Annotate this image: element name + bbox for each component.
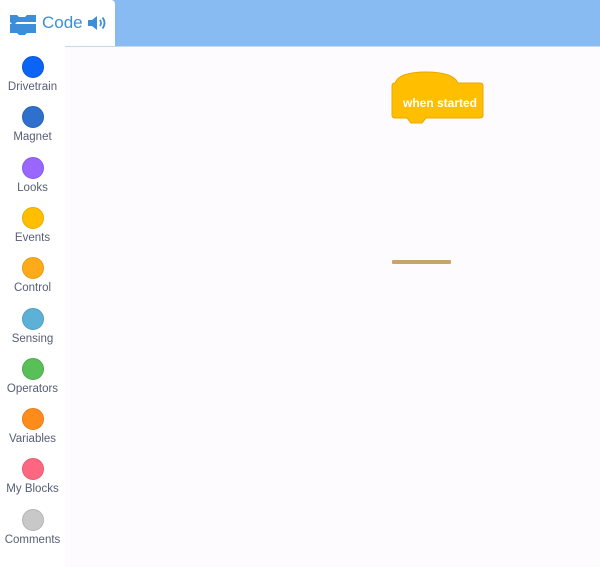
when-started-hat-block[interactable]	[391, 71, 484, 127]
category-label: Events	[14, 231, 51, 244]
category-variables-dot-icon	[21, 408, 44, 431]
category-variables[interactable]: Variables	[0, 408, 65, 458]
category-control[interactable]: Control	[0, 257, 65, 307]
code-blocks-icon	[8, 10, 38, 36]
category-magnet-dot-icon	[21, 106, 44, 129]
category-label: Control	[13, 282, 52, 295]
category-operators[interactable]: Operators	[0, 357, 65, 408]
category-sensing[interactable]: Sensing	[0, 307, 65, 358]
category-label: My Blocks	[6, 483, 59, 496]
category-sensing-dot-icon	[21, 307, 44, 330]
category-operators-dot-icon	[21, 357, 44, 380]
block-drop-indicator	[392, 260, 451, 264]
category-magnet[interactable]: Magnet	[0, 106, 65, 156]
category-control-dot-icon	[21, 257, 44, 280]
category-label: Comments	[4, 533, 61, 546]
category-drivetrain-dot-icon	[21, 56, 44, 78]
category-drivetrain[interactable]: Drivetrain	[0, 56, 65, 106]
block-workspace[interactable]	[65, 47, 600, 567]
category-label: Operators	[6, 382, 59, 395]
category-events-dot-icon	[21, 206, 44, 229]
category-label: Looks	[17, 181, 48, 194]
category-my-blocks[interactable]: My Blocks	[0, 458, 65, 508]
category-label: Variables	[8, 433, 57, 446]
category-events[interactable]: Events	[0, 206, 65, 257]
code-tab-label: Code	[42, 13, 83, 32]
speaker-icon[interactable]	[87, 14, 109, 32]
category-looks-dot-icon	[21, 156, 44, 179]
category-my-blocks-dot-icon	[21, 458, 44, 481]
category-looks[interactable]: Looks	[0, 156, 65, 207]
vexcode-editor: Code Drivetrain Magnet Looks Events Control S…	[0, 0, 600, 567]
category-sidebar: Drivetrain Magnet Looks Events Control Sensin…	[0, 46, 65, 567]
category-comments-dot-icon	[21, 508, 44, 531]
code-tab[interactable]: Code	[0, 0, 115, 46]
category-comments[interactable]: Comments	[0, 508, 65, 559]
category-label: Sensing	[11, 332, 54, 345]
category-label: Drivetrain	[7, 81, 58, 93]
category-label: Magnet	[13, 131, 52, 144]
top-bar: Code	[0, 0, 600, 47]
